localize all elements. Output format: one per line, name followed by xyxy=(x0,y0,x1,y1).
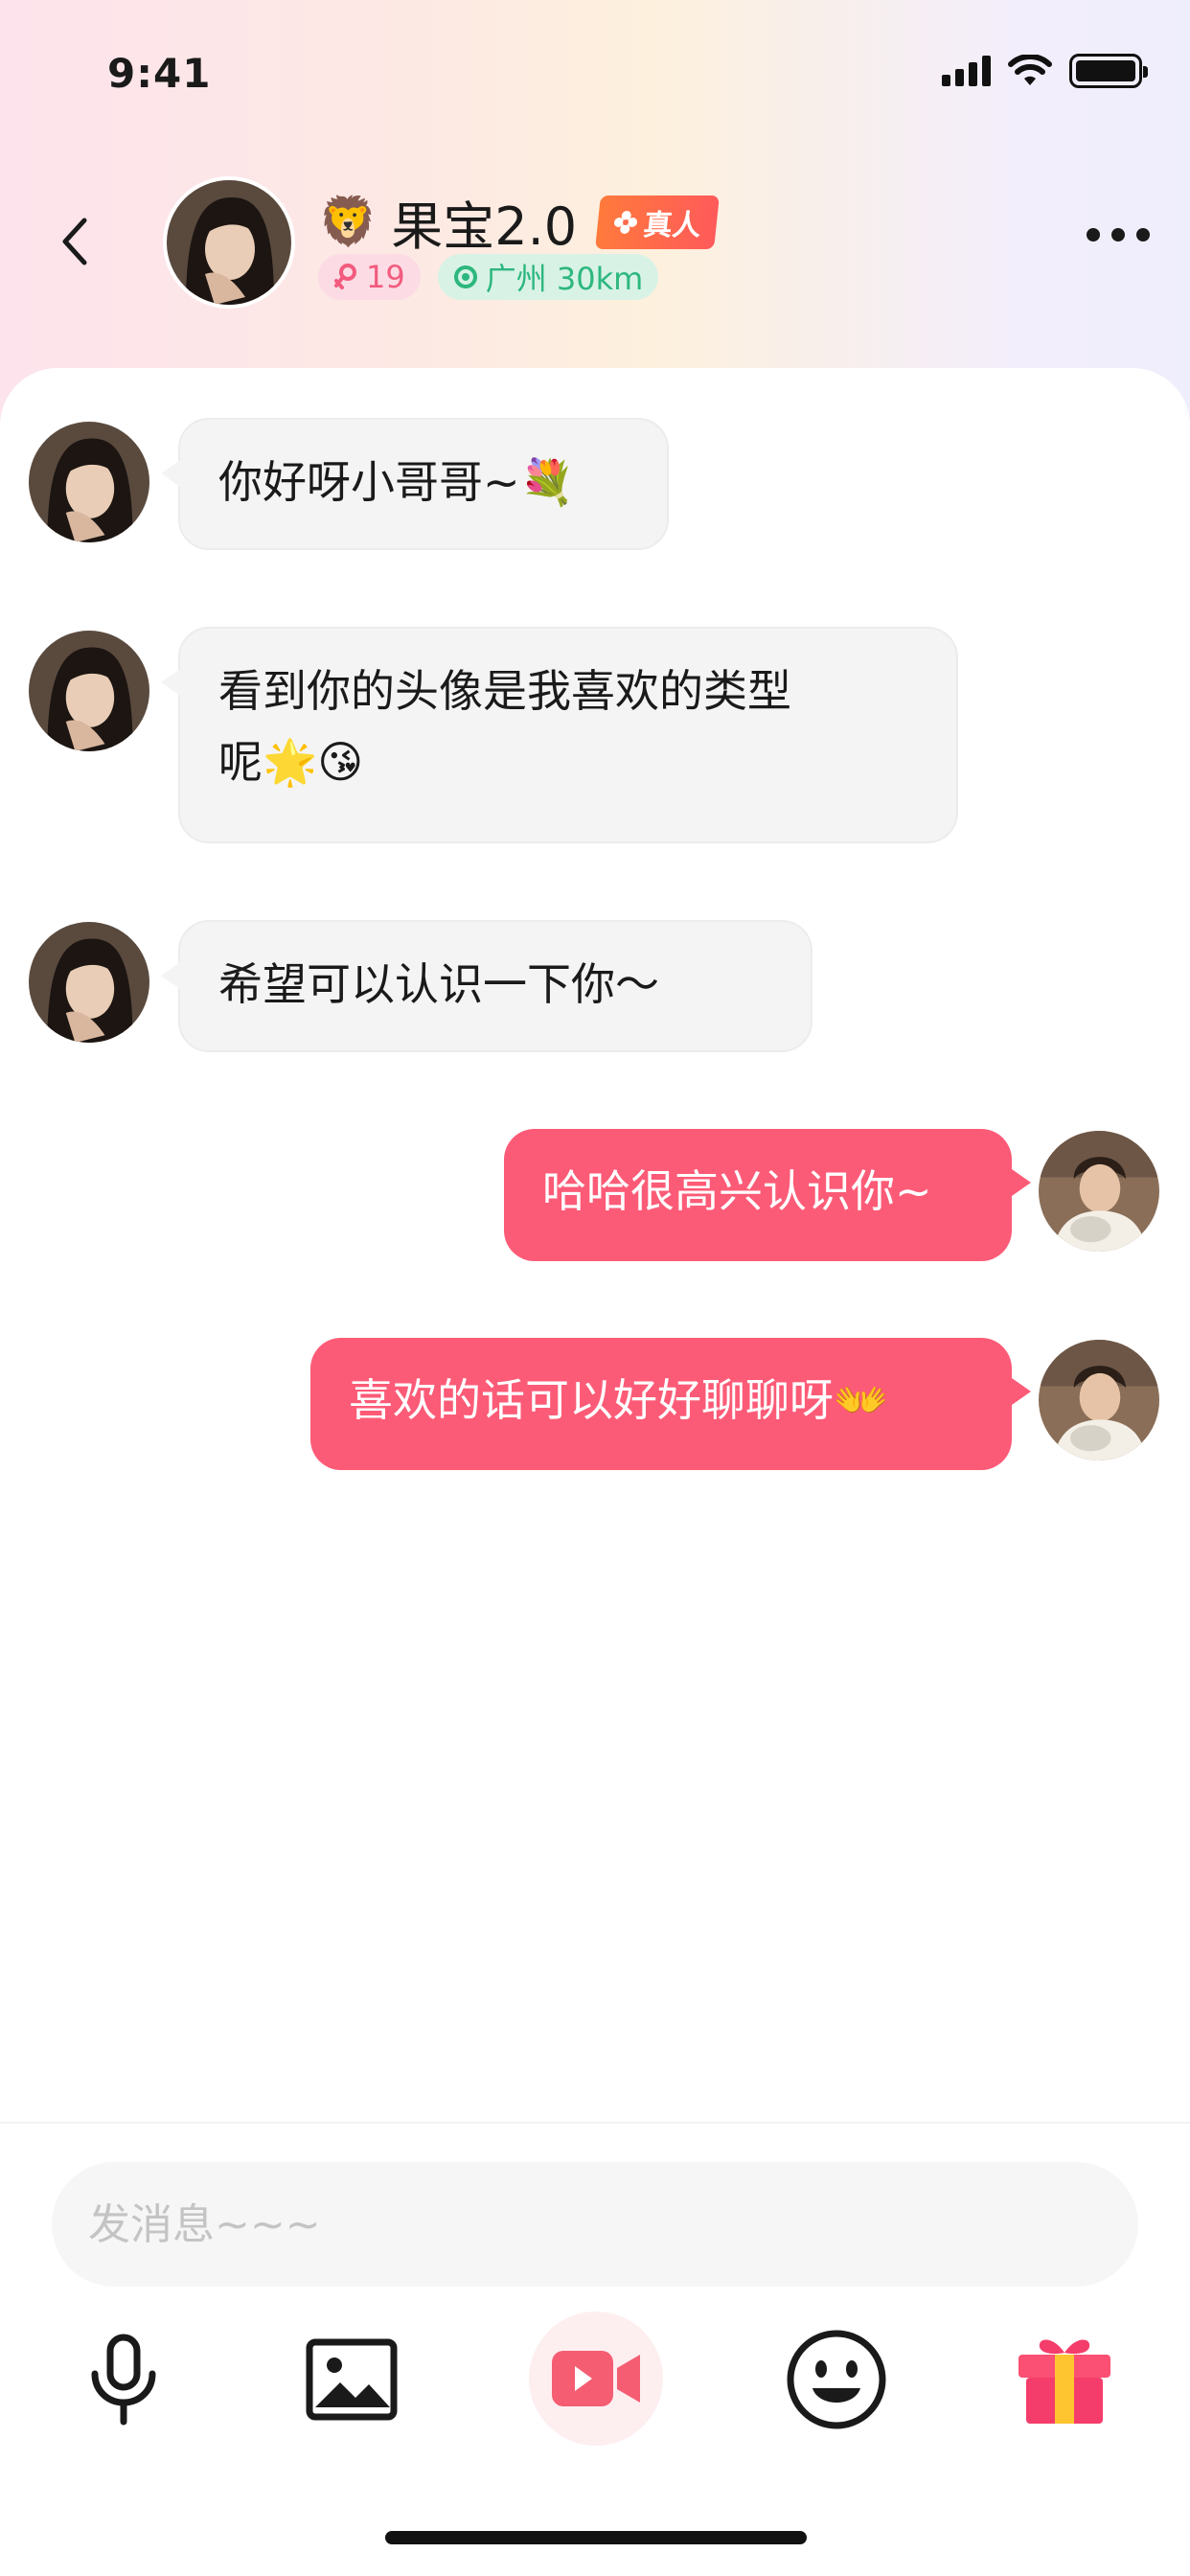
wifi-icon xyxy=(1008,55,1052,85)
image-button[interactable] xyxy=(289,2317,414,2442)
more-options-button[interactable] xyxy=(1087,228,1150,242)
location-pin-icon xyxy=(453,265,477,288)
status-icons xyxy=(942,54,1148,88)
my-message-avatar[interactable] xyxy=(1039,1131,1159,1252)
real-badge-label: 真人 xyxy=(641,208,703,242)
contact-name: 果宝2.0 xyxy=(391,196,578,257)
incoming-message[interactable]: 看到你的头像是我喜欢的类型 呢🌟😘 xyxy=(161,627,958,843)
contact-name-row: 🦁 果宝2.0 真人 xyxy=(318,184,721,260)
my-message-avatar[interactable] xyxy=(1039,1340,1159,1460)
video-call-button[interactable] xyxy=(529,2312,663,2446)
back-arrow-icon[interactable] xyxy=(56,213,94,270)
verified-real-badge: 真人 xyxy=(595,195,721,249)
gift-button[interactable] xyxy=(1002,2317,1127,2442)
message-text: 哈哈很高兴认识你~ xyxy=(542,1165,932,1217)
emoji-button[interactable] xyxy=(774,2317,899,2442)
input-divider xyxy=(0,2122,1190,2124)
cellular-signal-icon xyxy=(942,56,991,86)
incoming-message[interactable]: 你好呀小哥哥~💐 xyxy=(161,418,669,550)
location-value: 广州 30km xyxy=(485,261,644,297)
message-text: 喜欢的话可以好好聊聊呀👐 xyxy=(349,1374,889,1426)
emoji-icon xyxy=(787,2330,886,2429)
flower-icon xyxy=(614,210,638,234)
microphone-icon xyxy=(91,2334,156,2426)
voice-button[interactable] xyxy=(61,2317,186,2442)
location-tag: 广州 30km xyxy=(437,254,659,300)
message-text: 希望可以认识一下你～ xyxy=(218,958,659,1010)
message-input[interactable] xyxy=(52,2162,1138,2287)
home-indicator[interactable] xyxy=(385,2531,807,2544)
name-emoji: 🦁 xyxy=(318,194,378,249)
outgoing-message[interactable]: 喜欢的话可以好好聊聊呀👐 xyxy=(310,1338,1031,1470)
video-call-icon xyxy=(552,2351,640,2406)
contact-avatar[interactable] xyxy=(163,176,295,309)
female-gender-icon xyxy=(334,264,356,289)
contact-message-avatar[interactable] xyxy=(29,631,149,751)
outgoing-message[interactable]: 哈哈很高兴认识你~ xyxy=(504,1129,1031,1261)
age-tag: 19 xyxy=(318,254,421,300)
status-time: 9:41 xyxy=(107,50,212,97)
battery-icon xyxy=(1069,54,1148,88)
contact-message-avatar[interactable] xyxy=(29,422,149,542)
message-text-line-1: 看到你的头像是我喜欢的类型 xyxy=(218,665,791,717)
message-text-line-2: 呢🌟😘 xyxy=(218,736,364,788)
contact-message-avatar[interactable] xyxy=(29,922,149,1043)
incoming-message[interactable]: 希望可以认识一下你～ xyxy=(161,920,812,1052)
contact-tags: 19 广州 30km xyxy=(318,254,659,300)
image-icon xyxy=(306,2338,398,2421)
age-value: 19 xyxy=(366,259,405,295)
message-text: 你好呀小哥哥~💐 xyxy=(218,456,575,508)
gift-icon xyxy=(1018,2339,1110,2424)
